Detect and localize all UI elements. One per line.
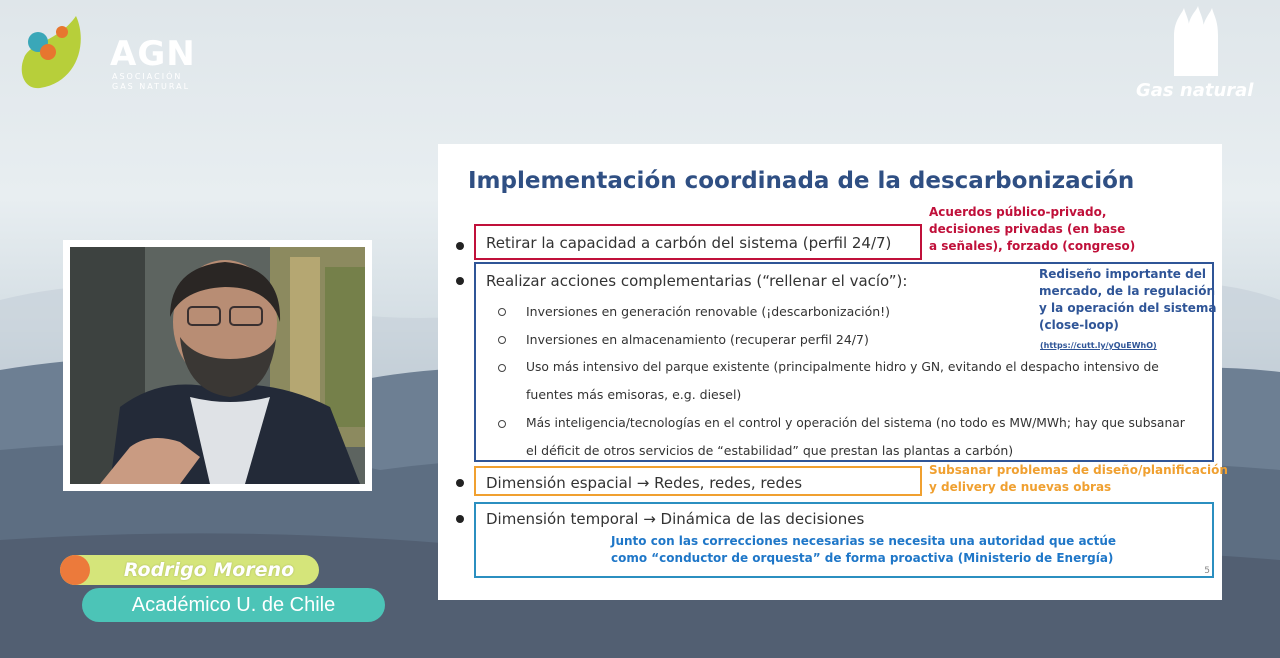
bullet-dot — [456, 479, 464, 487]
bullet4-note-line: como “conductor de orquesta” de forma pr… — [611, 551, 1114, 565]
agn-logo: AGN ASOCIACIÓN GAS NATURAL — [18, 12, 195, 94]
bullet-dot — [456, 515, 464, 523]
bullet2-note-line: Rediseño importante del — [1039, 267, 1206, 281]
slide-title: Implementación coordinada de la descarbo… — [468, 168, 1135, 194]
webcam-feed — [63, 240, 372, 491]
presentation-slide: Implementación coordinada de la descarbo… — [438, 144, 1228, 600]
bullet4-note-line: Junto con las correcciones necesarias se… — [611, 534, 1117, 548]
agn-leaf-icon — [21, 16, 81, 89]
bullet1-note-line: Acuerdos público-privado, — [929, 205, 1107, 219]
flame-icon — [1174, 6, 1218, 76]
bullet2-sub-item: Más inteligencia/tecnologías en el contr… — [526, 416, 1185, 430]
bullet2-text: Realizar acciones complementarias (“rell… — [486, 272, 908, 290]
bullet1-text: Retirar la capacidad a carbón del sistem… — [486, 234, 892, 252]
sub-bullet — [498, 364, 506, 372]
speaker-role: Académico U. de Chile — [131, 594, 336, 616]
bullet2-note-line: (close-loop) — [1039, 318, 1119, 332]
bullet1-note-line: a señales), forzado (congreso) — [929, 239, 1136, 253]
bullet4-note: Junto con las correcciones necesarias se… — [611, 533, 1116, 567]
bullet3-note-line: Subsanar problemas de diseño/planificaci… — [929, 463, 1228, 477]
agn-subtitle: ASOCIACIÓN GAS NATURAL — [112, 72, 191, 91]
bullet2-sub-item: Inversiones en almacenamiento (recuperar… — [526, 332, 869, 347]
bullet2-note-line: y la operación del sistema — [1039, 301, 1217, 315]
bullet3-text: Dimensión espacial → Redes, redes, redes — [486, 474, 803, 492]
gas-natural-logo: Gas natural — [1130, 6, 1270, 102]
speaker-video-frame — [70, 247, 365, 484]
bullet4-text: Dimensión temporal → Dinámica de las dec… — [486, 510, 865, 528]
bullet2-sub-item-cont: el déficit de otros servicios de “estabi… — [526, 443, 1014, 458]
bullet3-note-line: y delivery de nuevas obras — [929, 480, 1112, 494]
sub-bullet — [498, 420, 506, 428]
speaker-name-dot — [60, 555, 90, 585]
bullet1-note: Acuerdos público-privado, decisiones pri… — [929, 204, 1135, 255]
bullet2-link[interactable]: (https://cutt.ly/yQuEWhO) — [1040, 337, 1157, 354]
bullet2-sub-item: Uso más intensivo del parque existente (… — [526, 360, 1159, 374]
bullet2-sub-item-cont: fuentes más emisoras, e.g. diesel) — [526, 387, 742, 402]
bullet-dot — [456, 277, 464, 285]
bullet2-note: Rediseño importante del mercado, de la r… — [1039, 266, 1216, 334]
webcam-video — [70, 247, 365, 484]
sub-bullet — [498, 336, 506, 344]
bullet-dot — [456, 242, 464, 250]
bullet2-note-line: mercado, de la regulación — [1039, 284, 1216, 298]
gas-natural-label: Gas natural — [1136, 80, 1254, 101]
agn-name: AGN — [110, 34, 196, 74]
speaker-name: Rodrigo Moreno — [123, 559, 295, 581]
sub-bullet — [498, 308, 506, 316]
slide-page-number: 5 — [1204, 566, 1210, 576]
bullet2-sub-item: Inversiones en generación renovable (¡de… — [526, 304, 891, 319]
bullet3-note: Subsanar problemas de diseño/planificaci… — [929, 462, 1228, 496]
bullet1-note-line: decisiones privadas (en base — [929, 222, 1126, 236]
